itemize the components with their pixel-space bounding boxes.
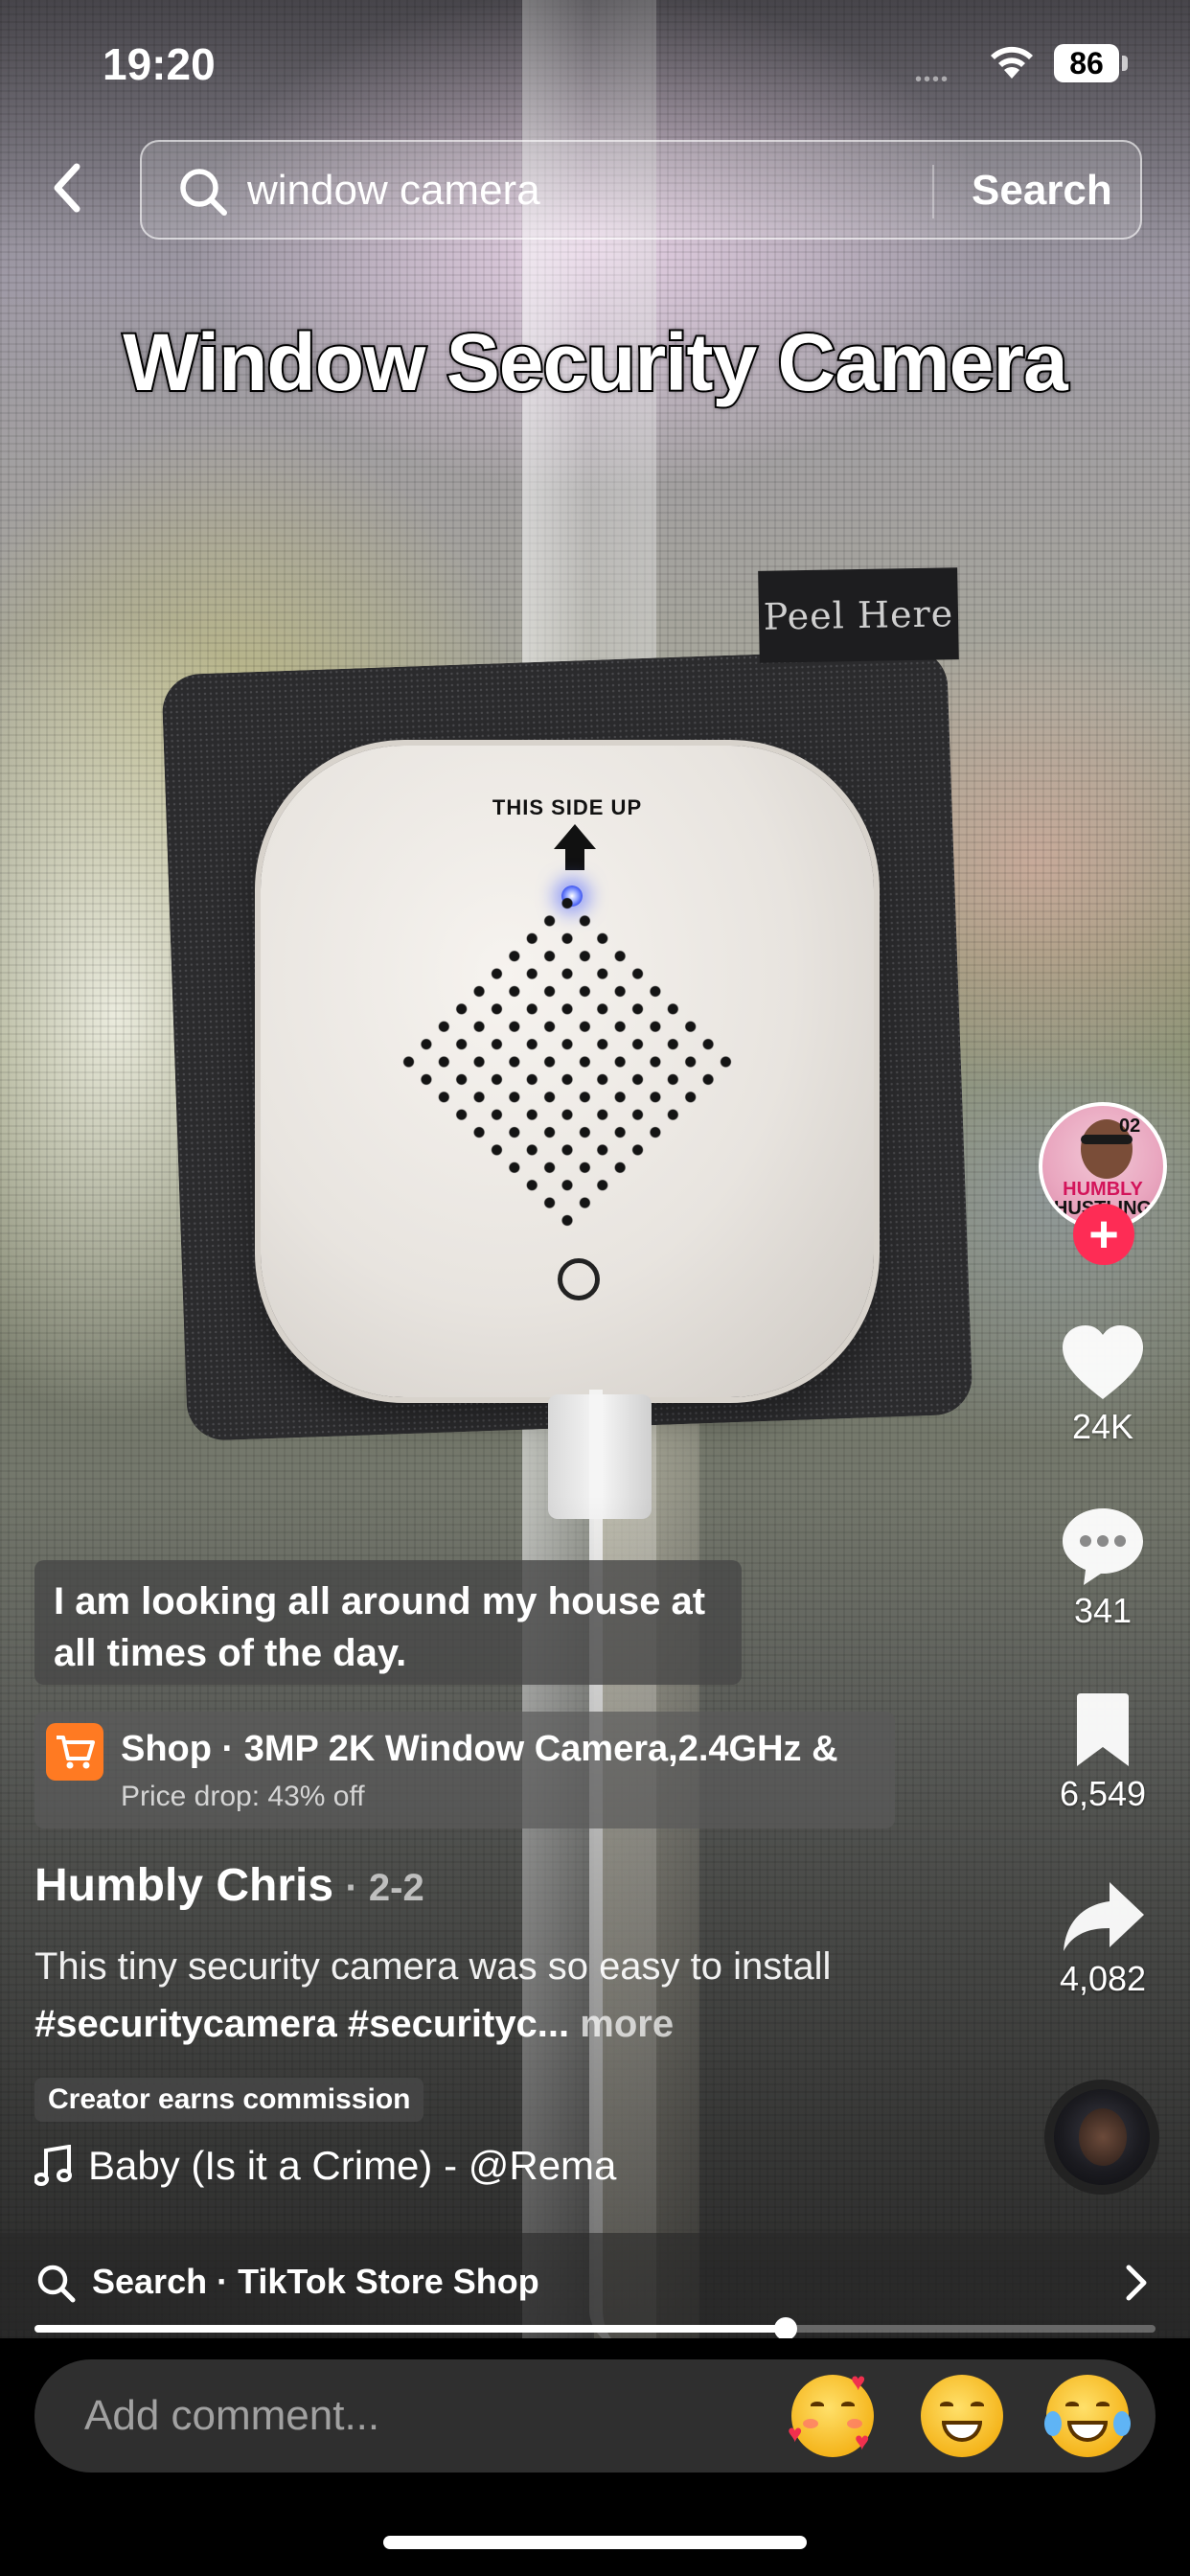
up-arrow-icon bbox=[554, 824, 596, 849]
save-button[interactable]: 6,549 bbox=[1035, 1691, 1171, 1814]
chevron-left-icon bbox=[54, 163, 80, 213]
search-divider bbox=[932, 165, 934, 218]
grinning-emoji-button[interactable] bbox=[921, 2375, 1003, 2457]
shop-title: Shop · 3MP 2K Window Camera,2.4GHz & bbox=[121, 1729, 838, 1769]
shop-price-drop: Price drop: 43% off bbox=[121, 1781, 365, 1812]
comment-bubble-icon bbox=[1063, 1508, 1143, 1585]
comment-button[interactable]: 341 bbox=[1035, 1505, 1171, 1631]
camera-device: THIS SIDE UP bbox=[261, 746, 874, 1397]
search-icon bbox=[37, 2265, 76, 2303]
peel-here-tab: Peel Here bbox=[758, 567, 959, 663]
smiling-hearts-emoji-button[interactable]: ♥ ♥ ♥ bbox=[788, 2369, 874, 2457]
battery-indicator: 86 bbox=[1054, 44, 1119, 82]
author-name[interactable]: Humbly Chris bbox=[34, 1860, 333, 1911]
save-count: 6,549 bbox=[1059, 1774, 1147, 1813]
comment-input[interactable]: Add comment... ♥ ♥ ♥ bbox=[34, 2359, 1156, 2472]
like-count: 24K bbox=[1071, 1407, 1134, 1446]
shopping-cart-icon bbox=[46, 1723, 103, 1781]
progress-fill bbox=[34, 2325, 786, 2333]
shop-product-card[interactable]: Shop · 3MP 2K Window Camera,2.4GHz & Pri… bbox=[34, 1712, 895, 1828]
device-label: THIS SIDE UP bbox=[492, 795, 643, 819]
heart-icon: ♥ bbox=[788, 2419, 803, 2448]
music-disc-artwork bbox=[1079, 2108, 1127, 2166]
search-input[interactable]: window camera bbox=[247, 167, 540, 215]
post-description[interactable]: This tiny security camera was so easy to… bbox=[34, 1938, 916, 2053]
hashtags[interactable]: #securitycamera #securityc... bbox=[34, 2003, 569, 2045]
heart-icon: ♥ bbox=[851, 2367, 866, 2396]
comment-count: 341 bbox=[1073, 1591, 1133, 1630]
heart-icon: ♥ bbox=[855, 2426, 870, 2455]
home-indicator bbox=[383, 2536, 807, 2549]
author-row: Humbly Chris · 2-2 bbox=[34, 1859, 424, 1912]
avatar-badge: 02 bbox=[1119, 1116, 1141, 1137]
music-disc[interactable] bbox=[1044, 2080, 1159, 2195]
tears-of-joy-emoji-button[interactable] bbox=[1044, 2375, 1131, 2457]
status-bar: 19:20 •••• 86 bbox=[0, 0, 1190, 125]
search-suggestion-text: Search · TikTok Store Shop bbox=[92, 2262, 539, 2301]
video-title-overlay: Window Security Camera bbox=[121, 315, 1070, 409]
caption-bubble: I am looking all around my house at all … bbox=[34, 1560, 742, 1685]
music-row[interactable]: Baby (Is it a Crime) - @Rema bbox=[34, 2143, 616, 2189]
up-arrow-stem bbox=[565, 847, 584, 870]
back-button[interactable] bbox=[38, 153, 96, 222]
share-button[interactable]: 4,082 bbox=[1035, 1878, 1171, 1999]
comment-bar: Add comment... ♥ ♥ ♥ bbox=[0, 2338, 1190, 2576]
status-time: 19:20 bbox=[103, 39, 216, 89]
music-note-icon bbox=[34, 2145, 72, 2186]
bookmark-icon bbox=[1077, 1693, 1129, 1766]
chevron-right-icon bbox=[1126, 2265, 1147, 2301]
like-button[interactable]: 24K bbox=[1035, 1322, 1171, 1447]
search-suggestion-bar[interactable]: Search · TikTok Store Shop bbox=[0, 2233, 1190, 2331]
wifi-icon bbox=[991, 46, 1033, 79]
music-title: Baby (Is it a Crime) - @Rema bbox=[88, 2143, 617, 2188]
battery-tip bbox=[1122, 56, 1128, 71]
search-button[interactable]: Search bbox=[972, 167, 1112, 215]
follow-button[interactable]: + bbox=[1073, 1204, 1134, 1265]
description-text: This tiny security camera was so easy to… bbox=[34, 1945, 832, 1988]
share-arrow-icon bbox=[1064, 1882, 1144, 1951]
keyhole-icon bbox=[558, 1258, 600, 1300]
comment-placeholder: Add comment... bbox=[84, 2392, 380, 2439]
video-progress-bar[interactable] bbox=[34, 2317, 1156, 2340]
speaker-grille bbox=[391, 886, 744, 1238]
signal-dots: •••• bbox=[915, 69, 950, 90]
search-bar[interactable]: window camera Search bbox=[140, 140, 1142, 240]
share-count: 4,082 bbox=[1059, 1959, 1147, 1998]
search-icon bbox=[180, 169, 227, 216]
progress-scrubber[interactable] bbox=[773, 2317, 797, 2340]
post-date: · 2-2 bbox=[345, 1867, 424, 1909]
heart-icon bbox=[1063, 1325, 1143, 1399]
more-link[interactable]: more bbox=[569, 2003, 674, 2045]
commission-badge: Creator earns commission bbox=[34, 2078, 424, 2122]
